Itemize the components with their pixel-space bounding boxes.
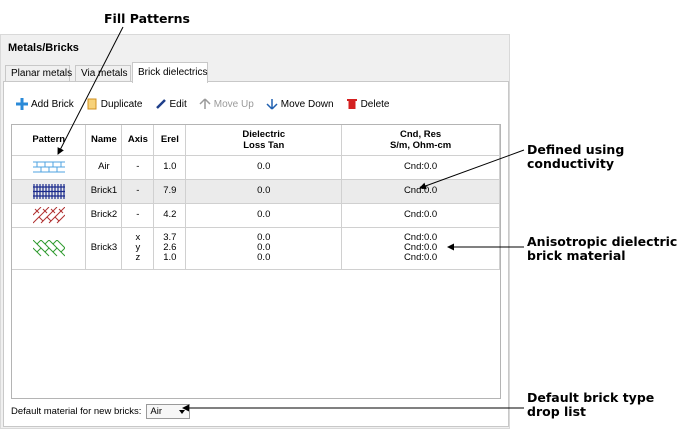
header-name[interactable]: Name xyxy=(85,125,123,156)
default-material-value: Air xyxy=(150,406,163,417)
row-axis: x y z xyxy=(121,227,155,270)
delete-label: Delete xyxy=(360,98,390,110)
row-cnd: Cnd:0.0 xyxy=(341,203,500,228)
row-cnd: Cnd:0.0 Cnd:0.0 Cnd:0.0 xyxy=(341,227,500,270)
row-name: Brick1 xyxy=(85,179,123,204)
row-name: Brick2 xyxy=(85,203,123,228)
table-header-row: Pattern Name Axis Erel Dielectric Loss T… xyxy=(12,125,500,156)
table-row[interactable]: Brick2 - 4.2 0.0 Cnd:0.0 xyxy=(12,203,500,228)
callout-anisotropic-line1: Anisotropic dielectric xyxy=(527,234,678,249)
row-loss: 0.0 xyxy=(185,155,343,180)
edit-button[interactable]: Edit xyxy=(155,98,187,110)
row-axis: - xyxy=(121,155,155,180)
pattern-cell xyxy=(12,179,87,204)
header-cnd[interactable]: Cnd, Res S/m, Ohm-cm xyxy=(341,125,500,156)
header-dielectric-line2: Loss Tan xyxy=(243,139,285,151)
pencil-icon xyxy=(155,98,167,110)
header-dielectric-line1: Dielectric xyxy=(242,128,286,140)
brick2-pattern-swatch xyxy=(32,206,65,223)
row-axis: - xyxy=(121,179,155,204)
header-cnd-line2: S/m, Ohm-cm xyxy=(389,139,452,151)
tab-brick-dielectrics[interactable]: Brick dielectrics xyxy=(132,62,208,83)
default-material-label: Default material for new bricks: xyxy=(11,406,142,417)
callout-anisotropic-line2: brick material xyxy=(527,248,626,263)
row-erel: 4.2 xyxy=(153,203,187,228)
metals-bricks-panel: Metals/Bricks Planar metals Via metals B… xyxy=(0,34,510,429)
row-name: Air xyxy=(85,155,123,180)
brick-table-grid: Pattern Name Axis Erel Dielectric Loss T… xyxy=(12,125,500,270)
row-loss: 0.0 xyxy=(185,203,343,228)
duplicate-button[interactable]: Duplicate xyxy=(86,98,143,110)
callout-fill-patterns: Fill Patterns xyxy=(104,11,190,26)
plus-icon xyxy=(16,98,28,110)
callout-default-line2: drop list xyxy=(527,404,586,419)
callout-defined-conductivity: Defined using conductivity xyxy=(527,142,625,171)
chevron-down-icon xyxy=(179,410,186,414)
header-dielectric[interactable]: Dielectric Loss Tan xyxy=(185,125,343,156)
brick-table: Pattern Name Axis Erel Dielectric Loss T… xyxy=(11,124,501,399)
row-cnd: Cnd:0.0 xyxy=(341,155,500,180)
header-cnd-line1: Cnd, Res xyxy=(399,128,442,140)
callout-default-line1: Default brick type xyxy=(527,390,655,405)
callout-anisotropic: Anisotropic dielectric brick material xyxy=(527,235,677,263)
move-down-button[interactable]: Move Down xyxy=(266,98,334,110)
table-row[interactable]: Brick1 - 7.9 0.0 Cnd:0.0 xyxy=(12,179,500,204)
duplicate-icon xyxy=(86,98,98,110)
table-row[interactable]: Air - 1.0 0.0 Cnd:0.0 xyxy=(12,155,500,180)
tab-planar-metals[interactable]: Planar metals xyxy=(5,65,72,82)
move-down-label: Move Down xyxy=(280,98,334,110)
loss-z: 0.0 xyxy=(257,252,271,263)
cnd-z: Cnd:0.0 xyxy=(403,252,438,263)
row-erel: 1.0 xyxy=(153,155,187,180)
pattern-cell xyxy=(12,227,87,270)
erel-z: 1.0 xyxy=(163,252,177,263)
default-material-select[interactable]: Air xyxy=(146,404,191,419)
edit-label: Edit xyxy=(169,98,187,110)
row-loss: 0.0 0.0 0.0 xyxy=(185,227,343,270)
tab-via-metals[interactable]: Via metals xyxy=(75,65,131,82)
add-brick-label: Add Brick xyxy=(31,98,74,110)
add-brick-button[interactable]: Add Brick xyxy=(16,98,74,110)
tab-content: Add Brick Duplicate Edit Move Up Move Do… xyxy=(3,81,509,427)
brick3-pattern-swatch xyxy=(32,239,65,256)
header-erel[interactable]: Erel xyxy=(153,125,187,156)
callout-default-brick: Default brick type drop list xyxy=(527,391,654,419)
air-pattern-swatch xyxy=(32,161,65,172)
header-pattern[interactable]: Pattern xyxy=(12,125,87,156)
axis-z: z xyxy=(135,252,141,263)
move-up-label: Move Up xyxy=(213,98,254,110)
row-erel: 7.9 xyxy=(153,179,187,204)
trash-icon xyxy=(346,98,358,110)
delete-button[interactable]: Delete xyxy=(346,98,390,110)
pattern-cell xyxy=(12,203,87,228)
duplicate-label: Duplicate xyxy=(100,98,143,110)
arrow-up-icon xyxy=(199,98,211,110)
toolbar: Add Brick Duplicate Edit Move Up Move Do… xyxy=(16,96,401,112)
row-axis: - xyxy=(121,203,155,228)
brick1-pattern-swatch xyxy=(32,183,65,199)
pattern-cell xyxy=(12,155,87,180)
table-row[interactable]: Brick3 x y z 3.7 2.6 1.0 0.0 0.0 0.0 Cnd… xyxy=(12,227,500,270)
arrow-down-icon xyxy=(266,98,278,110)
panel-title: Metals/Bricks xyxy=(8,42,79,54)
row-loss: 0.0 xyxy=(185,179,343,204)
row-cnd: Cnd:0.0 xyxy=(341,179,500,204)
header-axis[interactable]: Axis xyxy=(121,125,155,156)
move-up-button[interactable]: Move Up xyxy=(199,98,254,110)
row-name: Brick3 xyxy=(85,227,123,270)
row-erel: 3.7 2.6 1.0 xyxy=(153,227,187,270)
default-material-row: Default material for new bricks: Air xyxy=(11,404,191,419)
